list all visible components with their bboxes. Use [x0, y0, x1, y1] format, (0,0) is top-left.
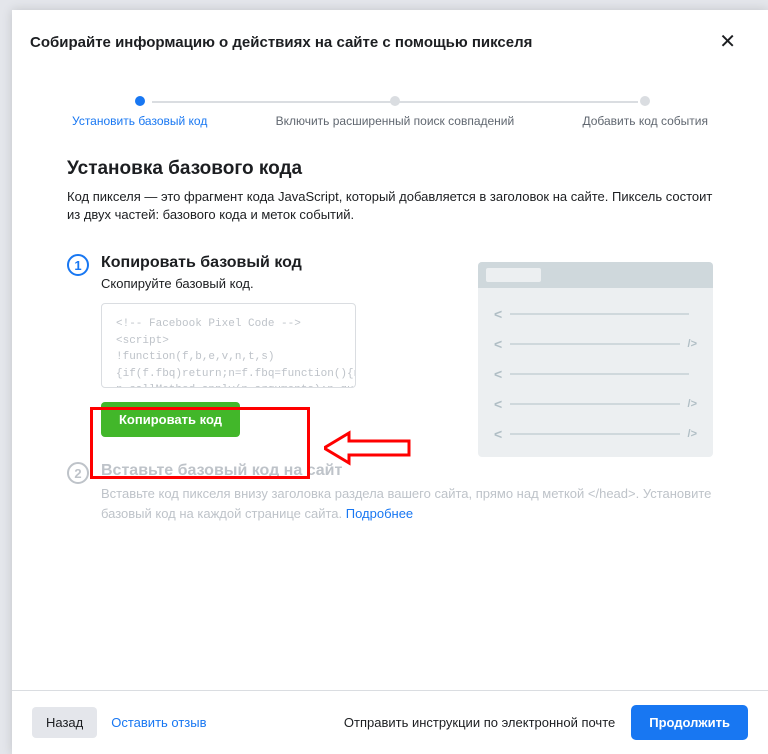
window-frame-icon: < </> < </> </>	[478, 262, 713, 457]
step-2-row: 2 Вставьте базовый код на сайт Вставьте …	[67, 462, 713, 535]
step-install-base-code[interactable]: Установить базовый код	[72, 96, 207, 128]
step-2-title: Вставьте базовый код на сайт	[101, 462, 713, 480]
close-icon: ✕	[719, 31, 736, 53]
email-instructions-link[interactable]: Отправить инструкции по электронной почт…	[344, 715, 615, 730]
window-tab-icon	[486, 268, 541, 282]
step-2-body: Вставьте базовый код на сайт Вставьте ко…	[101, 462, 713, 535]
footer-right: Отправить инструкции по электронной почт…	[344, 705, 748, 740]
back-button[interactable]: Назад	[32, 707, 97, 738]
modal-footer: Назад Оставить отзыв Отправить инструкци…	[12, 690, 768, 754]
step-dot-icon	[135, 96, 145, 106]
step-dot-icon	[640, 96, 650, 106]
feedback-link[interactable]: Оставить отзыв	[111, 715, 206, 730]
progress-stepper: Установить базовый код Включить расширен…	[12, 66, 768, 128]
copy-code-button[interactable]: Копировать код	[101, 402, 240, 437]
close-button[interactable]: ✕	[711, 28, 744, 56]
step-label: Установить базовый код	[72, 114, 207, 128]
step-label: Включить расширенный поиск совпадений	[276, 114, 515, 128]
content-description: Код пикселя — это фрагмент кода JavaScri…	[67, 188, 713, 224]
footer-left: Назад Оставить отзыв	[32, 707, 207, 738]
step-number-badge: 2	[67, 462, 89, 484]
code-line-icon: </>	[494, 396, 697, 412]
modal-header: Собирайте информацию о действиях на сайт…	[12, 10, 768, 66]
code-window-illustration: < </> < </> </>	[478, 262, 713, 457]
step-number-badge: 1	[67, 254, 89, 276]
window-titlebar-icon	[478, 262, 713, 288]
step-add-event-code[interactable]: Добавить код события	[582, 96, 708, 128]
continue-button[interactable]: Продолжить	[631, 705, 748, 740]
modal-title: Собирайте информацию о действиях на сайт…	[30, 34, 532, 51]
code-line-icon: </>	[494, 426, 697, 442]
content-title: Установка базового кода	[67, 158, 713, 180]
pixel-setup-modal: Собирайте информацию о действиях на сайт…	[12, 10, 768, 754]
window-body-icon: < </> < </> </>	[478, 288, 713, 457]
step-label: Добавить код события	[582, 114, 708, 128]
code-line-icon: <	[494, 366, 697, 382]
pixel-code-box[interactable]: <!-- Facebook Pixel Code --> <script> !f…	[101, 303, 356, 388]
step-dot-icon	[390, 96, 400, 106]
learn-more-link[interactable]: Подробнее	[346, 506, 413, 521]
code-line-icon: <	[494, 306, 697, 322]
step-advanced-matching[interactable]: Включить расширенный поиск совпадений	[276, 96, 515, 128]
code-line-icon: </>	[494, 336, 697, 352]
step-2-description: Вставьте код пикселя внизу заголовка раз…	[101, 484, 713, 523]
